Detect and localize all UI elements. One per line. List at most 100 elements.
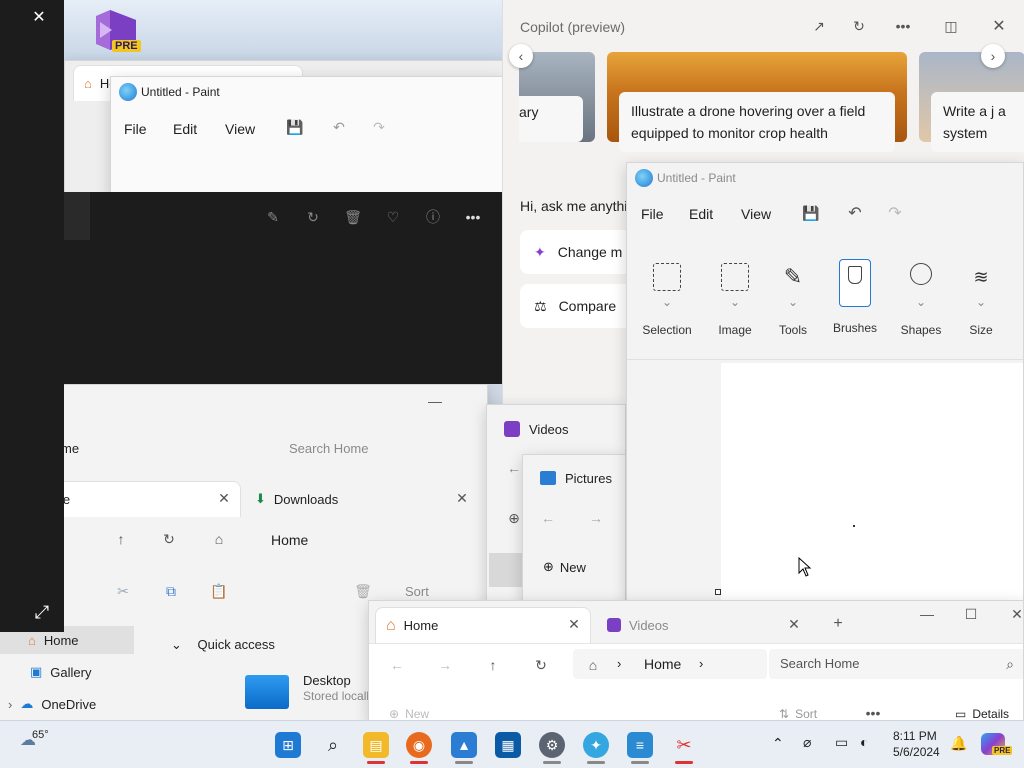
more-icon[interactable]: ••• xyxy=(891,16,915,36)
delete-icon[interactable]: 🗑 xyxy=(342,206,364,228)
back-arrow-icon[interactable]: ← xyxy=(387,655,407,675)
add-icon[interactable]: ⊕ xyxy=(505,509,523,527)
notepad-icon[interactable]: ≡ xyxy=(627,732,653,758)
desktop-title[interactable]: Desktop xyxy=(303,673,351,688)
start-windows-icon[interactable]: ⊞ xyxy=(275,732,301,758)
undo-icon[interactable]: ↶ xyxy=(845,203,865,223)
search-input[interactable]: Search Home xyxy=(289,441,368,456)
refresh-icon[interactable]: ↻ xyxy=(159,529,179,549)
photos-icon[interactable]: ▲ xyxy=(451,732,477,758)
new-tab-icon[interactable]: + xyxy=(829,615,847,633)
explorer-window-front[interactable]: ⌂ Home ✕ Videos ✕ + — ☐ ✕ ← → ↑ ↻ ⌂ › Ho… xyxy=(368,600,1024,724)
sort-button[interactable]: ⇅ Sort xyxy=(779,707,817,721)
new-button[interactable]: ⊕ New xyxy=(543,559,586,575)
minimize-icon[interactable]: — xyxy=(423,391,447,411)
cut-icon[interactable]: ✂ xyxy=(113,581,133,601)
minimize-icon[interactable]: — xyxy=(917,605,937,623)
breadcrumb[interactable]: Home xyxy=(644,656,681,672)
home-icon[interactable]: ⌂ xyxy=(209,529,229,549)
chevron-up-icon[interactable]: ⌃ xyxy=(772,735,784,752)
sidebar-item-onedrive[interactable]: › ☁ OneDrive xyxy=(8,690,96,718)
network-off-icon[interactable]: ⌀ xyxy=(803,734,811,751)
split-view-icon[interactable]: ◫ xyxy=(941,16,961,36)
refresh-icon[interactable]: ↻ xyxy=(849,16,869,36)
paste-icon[interactable]: 📋 xyxy=(209,581,229,601)
more-icon[interactable]: ••• xyxy=(863,705,883,721)
carousel-prev-icon[interactable]: ‹ xyxy=(509,44,533,68)
tab-videos[interactable]: Videos xyxy=(597,607,807,643)
close-tab-icon[interactable]: ✕ xyxy=(785,615,803,633)
close-icon[interactable]: ✕ xyxy=(28,6,50,28)
heart-icon[interactable]: ♡ xyxy=(382,206,404,228)
firefox-icon[interactable]: ◉ xyxy=(406,732,432,758)
back-arrow-icon[interactable]: ← xyxy=(505,459,523,477)
up-arrow-icon[interactable]: ↑ xyxy=(483,655,503,675)
canvas-resize-handle[interactable] xyxy=(715,589,721,595)
paint-window-front[interactable]: Untitled - Paint File Edit View 💾 ↶ ↷ ⌄ … xyxy=(626,162,1024,602)
display-icon[interactable]: ▭ xyxy=(835,734,848,751)
expand-icon[interactable]: ⤢ xyxy=(30,600,54,624)
redo-icon[interactable]: ↷ xyxy=(885,203,905,223)
notification-bell-icon[interactable]: 🔔 xyxy=(950,735,967,752)
menu-view[interactable]: View xyxy=(225,121,255,137)
menu-view[interactable]: View xyxy=(741,206,771,222)
delete-icon[interactable]: 🗑 xyxy=(353,581,373,601)
open-external-icon[interactable]: ↗ xyxy=(809,16,829,36)
tool-image[interactable]: ⌄ Image xyxy=(705,263,765,337)
home-icon[interactable]: ⌂ xyxy=(583,655,603,675)
back-arrow-icon[interactable]: ← xyxy=(539,509,557,527)
save-icon[interactable]: 💾 xyxy=(801,203,821,223)
refresh-icon[interactable]: ↻ xyxy=(531,655,551,675)
pictures-window[interactable]: Pictures ← → ⊕ New xyxy=(522,454,626,604)
sound-icon[interactable]: ◐ xyxy=(860,734,868,750)
snipping-tool-icon[interactable]: ✂ xyxy=(671,732,697,758)
menu-file[interactable]: File xyxy=(124,121,147,137)
undo-icon[interactable]: ↶ xyxy=(329,117,349,137)
menu-file[interactable]: File xyxy=(641,206,664,222)
maximize-icon[interactable]: ☐ xyxy=(961,605,981,623)
close-tab-icon[interactable]: ✕ xyxy=(215,489,233,507)
edit-icon[interactable]: ✎ xyxy=(262,206,284,228)
carousel-next-icon[interactable]: › xyxy=(981,44,1005,68)
details-button[interactable]: ▭ Details xyxy=(955,707,1009,721)
close-icon[interactable]: ✕ xyxy=(1007,605,1023,623)
tool-size[interactable]: ≋ ⌄ Size xyxy=(953,263,1009,337)
forward-arrow-icon[interactable]: → xyxy=(435,655,455,675)
sidebar-item-gallery[interactable]: ▣ Gallery xyxy=(30,658,91,686)
store-icon[interactable]: ▦ xyxy=(495,732,521,758)
tool-shapes[interactable]: ⌄ Shapes xyxy=(891,263,951,337)
weather-temp[interactable]: 65° xyxy=(32,729,49,741)
file-explorer-icon[interactable]: ▤ xyxy=(363,732,389,758)
suggestion-text-center[interactable]: Illustrate a drone hovering over a field… xyxy=(619,92,895,152)
tab-home[interactable]: me xyxy=(41,481,241,517)
new-button[interactable]: ⊕ New xyxy=(389,707,429,721)
info-icon[interactable]: ⓘ xyxy=(422,206,444,228)
save-icon[interactable]: 💾 xyxy=(285,117,305,137)
forward-arrow-icon[interactable]: → xyxy=(587,509,605,527)
tool-selection[interactable]: ⌄ Selection xyxy=(637,263,697,337)
tab-downloads[interactable]: ⬇ Downloads xyxy=(245,481,481,517)
paint-window-back[interactable]: Untitled - Paint File Edit View 💾 ↶ ↷ xyxy=(110,76,504,196)
search-icon[interactable]: ⌕ xyxy=(320,732,346,758)
paint-canvas[interactable] xyxy=(721,363,1023,601)
breadcrumb[interactable]: Home xyxy=(271,532,308,548)
close-tab-icon[interactable]: ✕ xyxy=(453,489,471,507)
more-icon[interactable]: ••• xyxy=(462,206,484,228)
menu-edit[interactable]: Edit xyxy=(173,121,197,137)
quick-access-header[interactable]: ⌄ Quick access xyxy=(171,637,275,653)
settings-gear-icon[interactable]: ⚙ xyxy=(539,732,565,758)
sort-button[interactable]: Sort xyxy=(405,584,429,599)
paint-icon[interactable]: ✦ xyxy=(583,732,609,758)
clock-time[interactable]: 8:11 PM xyxy=(893,729,937,743)
rotate-icon[interactable]: ↻ xyxy=(302,206,324,228)
close-tab-icon[interactable]: ✕ xyxy=(565,615,583,633)
search-input[interactable]: Search Home xyxy=(780,656,859,671)
search-icon[interactable]: ⌕ xyxy=(1001,655,1019,673)
close-icon[interactable]: ✕ xyxy=(989,16,1009,36)
menu-edit[interactable]: Edit xyxy=(689,206,713,222)
copy-icon[interactable]: ⧉ xyxy=(161,581,181,601)
tool-brushes[interactable]: Brushes xyxy=(825,259,885,335)
tab-home[interactable]: ⌂ Home xyxy=(375,607,591,643)
tool-tools[interactable]: ✎ ⌄ Tools xyxy=(763,263,823,337)
clock-date[interactable]: 5/6/2024 xyxy=(893,745,940,759)
